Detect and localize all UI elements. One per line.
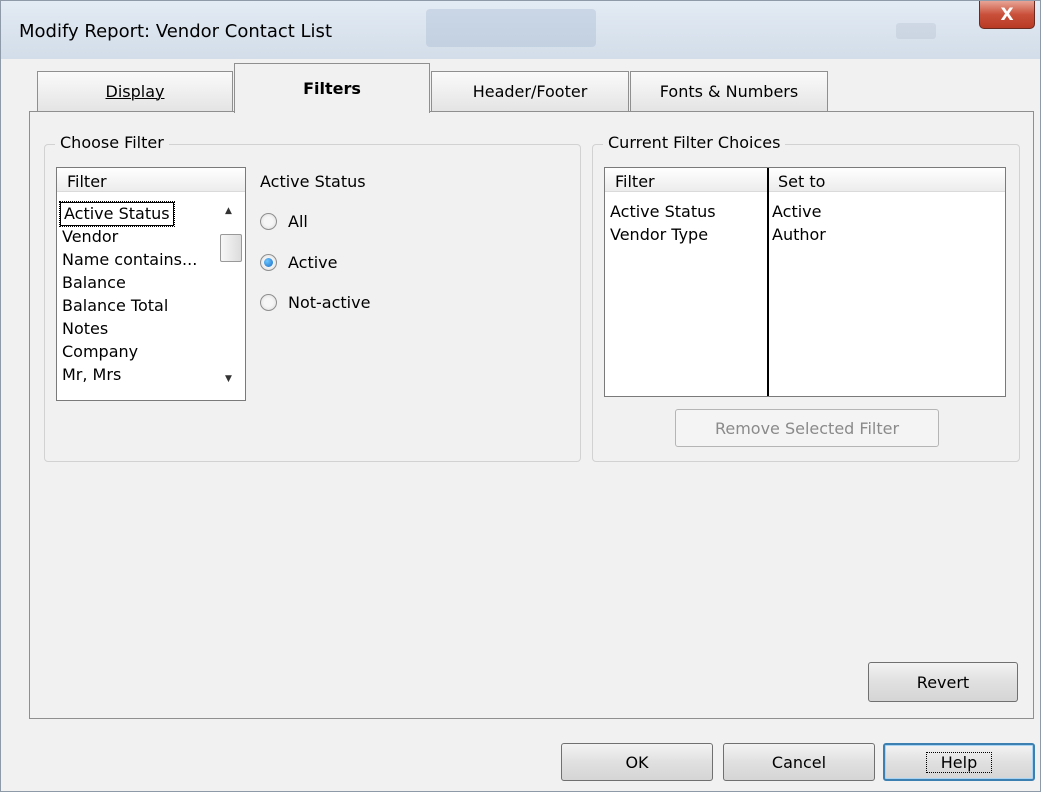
tab-display-label: Display (105, 82, 165, 101)
current-filter-header-set-to: Set to (768, 168, 1005, 192)
tab-header-footer[interactable]: Header/Footer (431, 71, 629, 111)
list-item[interactable]: Vendor (62, 226, 118, 248)
active-status-label: Active Status (260, 172, 366, 191)
list-item[interactable]: Company (62, 341, 138, 363)
filter-list-header: Filter (57, 168, 217, 192)
radio-all[interactable]: All (260, 212, 308, 231)
filters-tab-pane: Choose Filter Filter Active Status Vendo… (29, 111, 1034, 719)
title-bar: Modify Report: Vendor Contact List X (1, 1, 1040, 59)
choose-filter-group-label: Choose Filter (55, 133, 169, 152)
radio-not-active[interactable]: Not-active (260, 293, 370, 312)
scroll-down-icon[interactable]: ▼ (225, 374, 232, 384)
list-item[interactable]: Balance (62, 272, 126, 294)
tab-header-footer-label: Header/Footer (472, 82, 588, 101)
list-item[interactable]: Active Status (59, 201, 175, 227)
radio-active[interactable]: Active (260, 253, 338, 272)
background-blur (426, 9, 596, 47)
help-button[interactable]: Help (883, 743, 1035, 781)
current-filter-value[interactable]: Author (772, 224, 826, 246)
column-divider (767, 168, 769, 396)
list-item[interactable]: Name contains... (62, 249, 197, 271)
filter-list-header-corner (217, 168, 245, 192)
background-blur (896, 23, 936, 39)
tab-filters[interactable]: Filters (234, 63, 430, 113)
help-button-label: Help (925, 751, 993, 773)
choose-filter-group: Choose Filter Filter Active Status Vendo… (44, 133, 581, 462)
current-filter-group: Current Filter Choices Filter Set to Act… (592, 133, 1020, 462)
radio-all-indicator[interactable] (260, 213, 277, 230)
radio-all-label: All (288, 212, 308, 231)
radio-active-indicator[interactable] (260, 254, 277, 271)
modify-report-dialog: Modify Report: Vendor Contact List X Dis… (0, 0, 1041, 792)
cancel-button[interactable]: Cancel (723, 743, 875, 781)
current-filter-value[interactable]: Active (772, 201, 822, 223)
close-icon: X (1000, 4, 1014, 25)
radio-active-label: Active (288, 253, 338, 272)
ok-button[interactable]: OK (561, 743, 713, 781)
list-item[interactable]: Mr, Mrs (62, 364, 121, 386)
scroll-up-icon[interactable]: ▲ (225, 206, 232, 216)
tab-fonts-numbers-label: Fonts & Numbers (659, 82, 799, 101)
current-filter-list[interactable]: Filter Set to Active Status Active Vendo… (604, 167, 1006, 397)
current-filter-header-filter: Filter (605, 168, 768, 192)
tab-display[interactable]: Display (37, 71, 233, 111)
radio-not-active-label: Not-active (288, 293, 371, 312)
window-title: Modify Report: Vendor Contact List (19, 21, 332, 42)
current-filter-group-label: Current Filter Choices (603, 133, 786, 152)
revert-button[interactable]: Revert (868, 662, 1018, 702)
list-item[interactable]: Notes (62, 318, 108, 340)
remove-selected-filter-button[interactable]: Remove Selected Filter (675, 409, 939, 447)
tab-fonts-numbers[interactable]: Fonts & Numbers (630, 71, 828, 111)
filter-listbox[interactable]: Filter Active Status Vendor Name contain… (56, 167, 246, 401)
list-item[interactable]: Balance Total (62, 295, 168, 317)
scroll-thumb[interactable] (220, 234, 242, 262)
filter-list-scrollbar[interactable]: ▲ ▼ (217, 192, 245, 400)
radio-not-active-indicator[interactable] (260, 294, 277, 311)
tab-filters-label: Filters (303, 79, 361, 98)
close-button[interactable]: X (979, 1, 1035, 29)
current-filter-name[interactable]: Active Status (610, 201, 716, 223)
current-filter-name[interactable]: Vendor Type (610, 224, 708, 246)
